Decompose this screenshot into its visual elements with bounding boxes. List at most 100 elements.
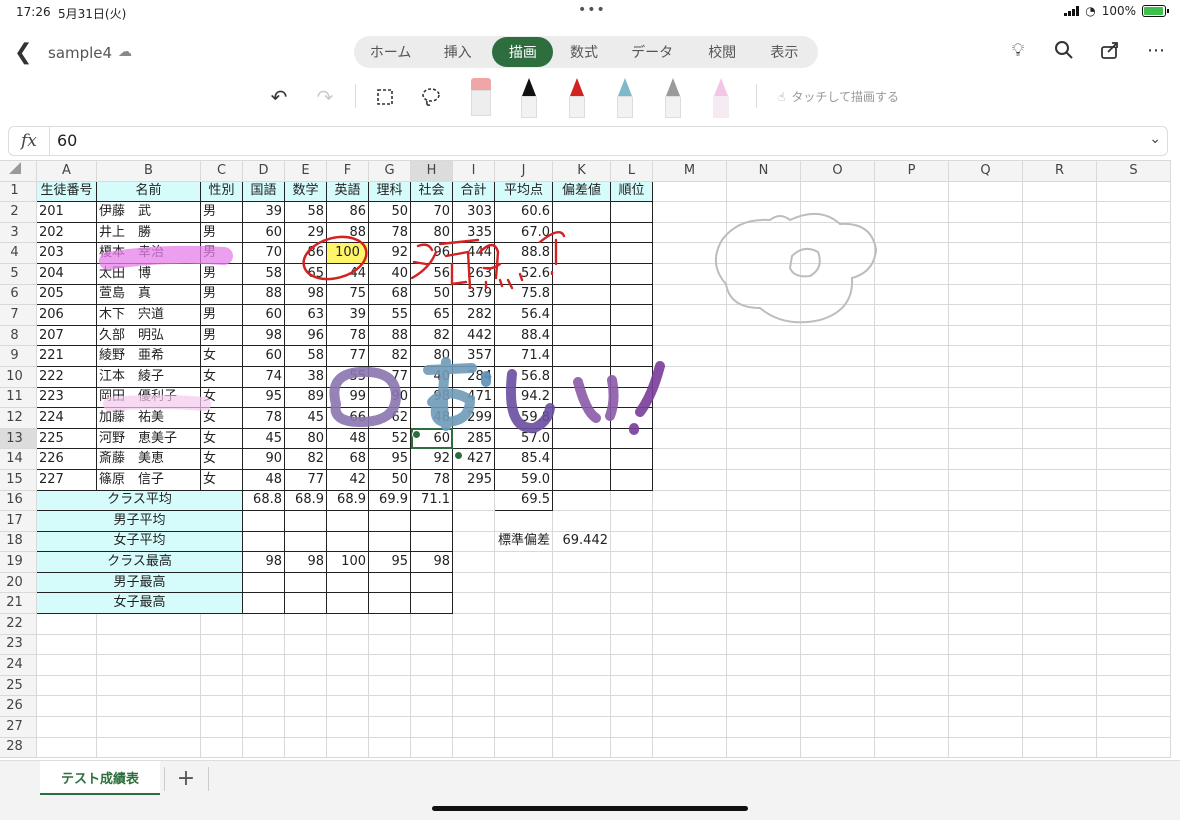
cell[interactable] — [610, 695, 653, 718]
cell[interactable] — [410, 695, 453, 718]
cell[interactable] — [948, 613, 1023, 635]
cell[interactable] — [874, 180, 949, 203]
cell[interactable]: 河野 恵美子 — [96, 427, 201, 450]
cell[interactable]: 55 — [326, 365, 369, 388]
cell[interactable] — [552, 592, 611, 615]
cell[interactable] — [610, 242, 653, 264]
cell[interactable] — [1022, 695, 1097, 718]
cell[interactable] — [948, 283, 1023, 306]
cell[interactable] — [410, 530, 453, 553]
cell[interactable] — [552, 221, 611, 244]
cell[interactable] — [800, 345, 875, 367]
cell[interactable] — [1022, 201, 1097, 223]
row-header[interactable]: 3 — [0, 221, 37, 244]
cell[interactable] — [326, 530, 369, 553]
cell[interactable] — [96, 654, 201, 676]
cell[interactable] — [948, 448, 1023, 470]
row-header[interactable]: 11 — [0, 386, 37, 409]
cell[interactable] — [874, 324, 949, 347]
cell[interactable] — [36, 633, 97, 656]
cell[interactable]: 82 — [368, 345, 411, 367]
cell[interactable]: 名前 — [96, 180, 201, 203]
cell[interactable]: 96 — [284, 324, 327, 347]
cell[interactable] — [410, 633, 453, 656]
cell[interactable]: 92 — [410, 448, 453, 470]
cell[interactable] — [726, 571, 801, 594]
cell[interactable]: 男 — [200, 201, 243, 223]
column-header[interactable]: K — [552, 160, 611, 182]
cell[interactable] — [368, 736, 411, 759]
row-header[interactable]: 17 — [0, 510, 37, 532]
cell[interactable] — [874, 448, 949, 470]
cell[interactable] — [800, 242, 875, 264]
cell[interactable] — [874, 571, 949, 594]
cell[interactable] — [800, 571, 875, 594]
cell[interactable] — [494, 654, 553, 676]
cell[interactable] — [96, 736, 201, 759]
cell[interactable] — [1096, 592, 1171, 615]
column-header[interactable]: D — [242, 160, 285, 182]
selection-handle[interactable] — [412, 430, 421, 439]
cell[interactable] — [552, 468, 611, 491]
spreadsheet-grid[interactable]: A B C D E F G H I J K L M N O P Q R S 1 生徒番号 名前 性別 国語 数学 英語 理科 社会 合計… — [0, 160, 1180, 760]
cell[interactable] — [284, 633, 327, 656]
cell[interactable] — [96, 716, 201, 738]
cell[interactable]: 59.8 — [494, 407, 553, 429]
cell[interactable] — [652, 736, 727, 759]
cell[interactable] — [242, 716, 285, 738]
cell[interactable] — [874, 489, 949, 512]
cell[interactable] — [368, 633, 411, 656]
cell[interactable]: 男 — [200, 242, 243, 264]
cell[interactable]: 50 — [368, 468, 411, 491]
cell[interactable] — [326, 695, 369, 718]
cell[interactable] — [726, 448, 801, 470]
cell[interactable]: 299 — [452, 407, 495, 429]
cell[interactable] — [1096, 530, 1171, 553]
cell[interactable] — [1022, 489, 1097, 512]
cell[interactable] — [1096, 262, 1171, 285]
cell[interactable] — [552, 201, 611, 223]
cell[interactable] — [726, 262, 801, 285]
cell[interactable]: 39 — [326, 304, 369, 326]
cell[interactable]: 203 — [36, 242, 97, 264]
cell[interactable] — [948, 674, 1023, 697]
cell[interactable] — [800, 489, 875, 512]
cell[interactable]: 100 — [326, 242, 369, 264]
cell[interactable] — [284, 674, 327, 697]
cell[interactable]: 国語 — [242, 180, 285, 203]
cell[interactable] — [368, 695, 411, 718]
ribbon-tab[interactable]: 校閲 — [690, 37, 755, 67]
cell[interactable]: 女 — [200, 345, 243, 367]
cell[interactable] — [800, 386, 875, 409]
cell[interactable] — [452, 592, 495, 615]
cell[interactable]: 88 — [368, 324, 411, 347]
cell[interactable] — [800, 365, 875, 388]
cell[interactable] — [1096, 427, 1171, 450]
cell[interactable] — [800, 262, 875, 285]
cell[interactable] — [948, 592, 1023, 615]
ribbon-tab[interactable]: 描画 — [492, 37, 554, 67]
cell[interactable] — [1096, 386, 1171, 409]
cell[interactable] — [874, 592, 949, 615]
cell[interactable] — [1096, 304, 1171, 326]
cell[interactable]: 75 — [326, 283, 369, 306]
cell[interactable]: 86 — [326, 201, 369, 223]
cell[interactable] — [552, 345, 611, 367]
ribbon-tab[interactable]: 挿入 — [423, 37, 492, 67]
chevron-down-icon[interactable]: ⌄ — [1149, 131, 1161, 147]
cell[interactable] — [874, 716, 949, 738]
cell[interactable] — [652, 674, 727, 697]
cell[interactable]: 66 — [326, 407, 369, 429]
cell[interactable] — [1022, 345, 1097, 367]
cell[interactable] — [552, 633, 611, 656]
cell[interactable] — [96, 674, 201, 697]
cell[interactable]: 78 — [368, 221, 411, 244]
red-pen-icon[interactable] — [566, 78, 588, 118]
cell[interactable] — [726, 510, 801, 532]
fx-icon[interactable]: fx — [21, 131, 37, 151]
cell[interactable] — [874, 242, 949, 264]
row-header[interactable]: 13 — [0, 427, 37, 450]
share-icon[interactable] — [1098, 40, 1122, 65]
cell[interactable]: 60.6 — [494, 201, 553, 223]
cell[interactable] — [410, 592, 453, 615]
